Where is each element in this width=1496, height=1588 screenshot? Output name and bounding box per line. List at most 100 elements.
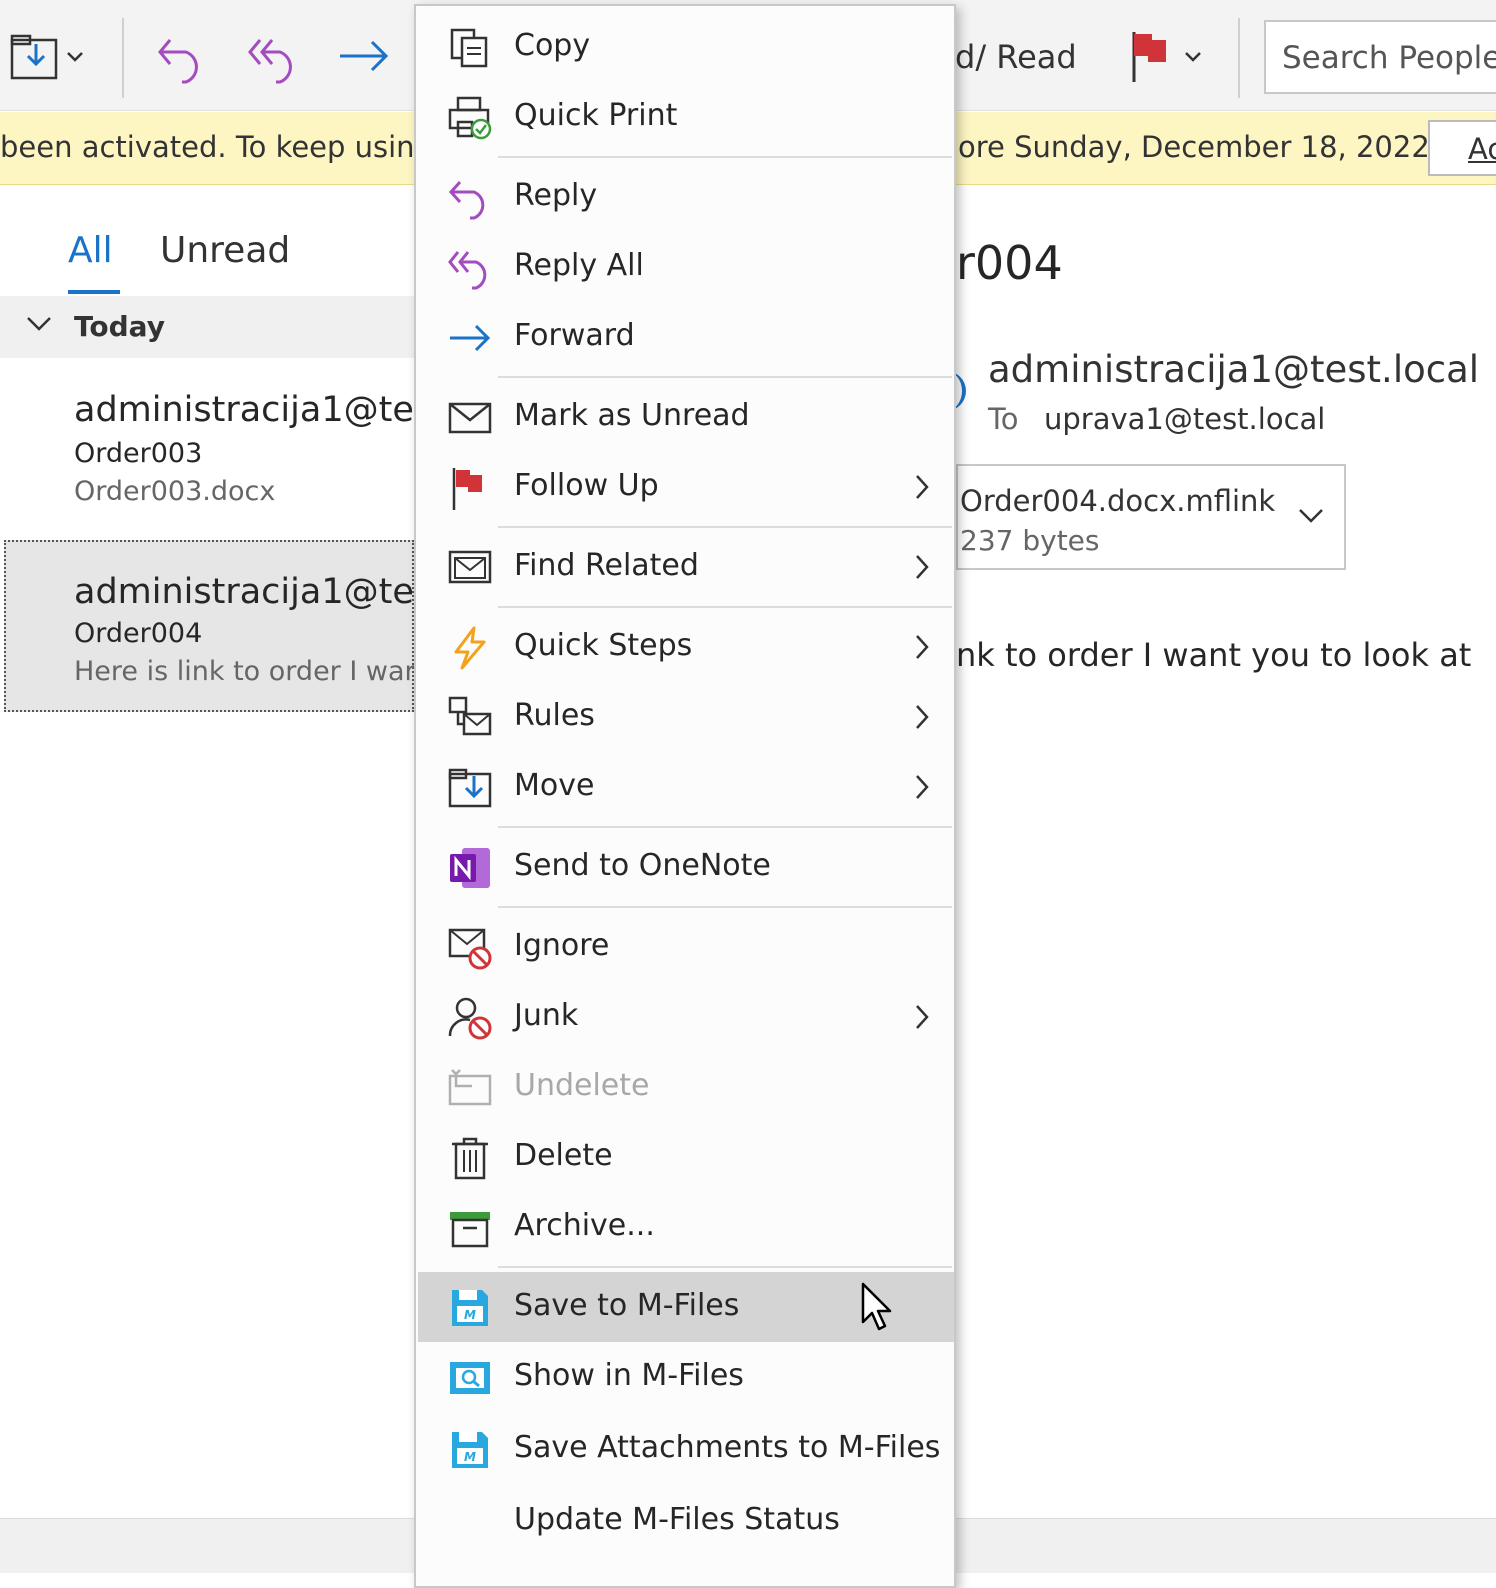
- activate-button[interactable]: Ac: [1428, 120, 1496, 176]
- menu-item-label: Mark as Unread: [514, 398, 750, 433]
- mail-sender: administracija1@test.local: [74, 572, 414, 612]
- menu-item-label: Find Related: [514, 548, 699, 583]
- message-list: All Unread Today administracija1@test.lo…: [0, 186, 415, 1516]
- message-recipient[interactable]: uprava1@test.local: [1044, 402, 1325, 436]
- onenote-icon: [450, 848, 490, 888]
- menu-item-reply[interactable]: Reply: [418, 162, 954, 232]
- menu-item-undelete: Undelete: [418, 1052, 954, 1122]
- menu-item-label: Send to OneNote: [514, 848, 771, 883]
- menu-separator: [498, 606, 952, 608]
- chevron-down-icon[interactable]: [26, 314, 52, 334]
- forward-icon: [450, 324, 491, 352]
- chevron-right-icon: [916, 555, 929, 579]
- menu-item-find-related[interactable]: Find Related: [418, 532, 954, 602]
- toolbar-divider: [1238, 18, 1240, 98]
- chevron-right-icon: [916, 1005, 929, 1029]
- lightning-icon: [454, 626, 486, 670]
- menu-item-update-m-files-status[interactable]: Update M-Files Status: [418, 1486, 954, 1556]
- move-to-folder-icon: [448, 768, 492, 808]
- menu-item-label: Ignore: [514, 928, 610, 963]
- tab-all-indicator: [68, 290, 120, 294]
- menu-item-ignore[interactable]: Ignore: [418, 912, 954, 982]
- menu-item-label: Undelete: [514, 1068, 650, 1103]
- attachment-name: Order004.docx.mflink: [960, 484, 1276, 518]
- menu-item-copy[interactable]: Copy: [418, 12, 954, 82]
- chevron-right-icon: [916, 475, 929, 499]
- menu-item-show-in-m-files[interactable]: Show in M-Files: [418, 1342, 954, 1412]
- menu-item-junk[interactable]: Junk: [418, 982, 954, 1052]
- mail-preview: Here is link to order I want you to look…: [74, 656, 414, 687]
- m-files-save-attachments-icon: M: [452, 1432, 488, 1468]
- menu-item-rules[interactable]: Rules: [418, 682, 954, 752]
- message-sender[interactable]: administracija1@test.local: [988, 348, 1479, 391]
- menu-item-label: Update M-Files Status: [514, 1502, 840, 1537]
- menu-item-label: Quick Steps: [514, 628, 693, 663]
- menu-item-label: Copy: [514, 28, 591, 63]
- search-people-input[interactable]: Search People: [1264, 20, 1496, 94]
- chevron-right-icon: [916, 705, 929, 729]
- menu-item-label: Forward: [514, 318, 635, 353]
- menu-separator: [498, 376, 952, 378]
- mail-sender: administracija1@test.local: [74, 390, 414, 430]
- chevron-down-icon[interactable]: [66, 50, 84, 64]
- list-item[interactable]: administracija1@test.local Order003 Orde…: [4, 362, 414, 534]
- mail-subject: Order003: [74, 438, 203, 469]
- menu-item-label: Delete: [514, 1138, 613, 1173]
- menu-separator: [498, 526, 952, 528]
- menu-item-label: Reply All: [514, 248, 644, 283]
- toolbar-divider: [122, 18, 124, 98]
- menu-item-label: Junk: [514, 998, 579, 1033]
- menu-item-label: Archive...: [514, 1208, 655, 1243]
- list-item-selected[interactable]: administracija1@test.local Order004 Here…: [4, 540, 414, 712]
- context-menu: Copy Quick Print Reply Reply All Forward: [414, 4, 956, 1588]
- menu-item-label: Save to M-Files: [514, 1288, 740, 1323]
- banner-text-right: ore Sunday, December 18, 2022.: [958, 130, 1439, 164]
- activate-button-label: Ac: [1468, 132, 1496, 166]
- group-header-today[interactable]: Today: [0, 296, 414, 358]
- menu-item-label: Quick Print: [514, 98, 678, 133]
- flag-icon[interactable]: [1130, 30, 1170, 84]
- tab-unread[interactable]: Unread: [160, 230, 290, 271]
- envelope-icon: [448, 402, 492, 434]
- copy-icon: [450, 28, 488, 68]
- move-to-folder-icon[interactable]: [10, 34, 60, 82]
- m-files-show-icon: [450, 1362, 490, 1394]
- menu-item-archive[interactable]: Archive...: [418, 1192, 954, 1262]
- chevron-down-icon[interactable]: [1298, 506, 1324, 526]
- menu-item-quick-print[interactable]: Quick Print: [418, 82, 954, 152]
- reply-all-icon: [448, 251, 487, 290]
- menu-item-label: Reply: [514, 178, 598, 213]
- mail-subject: Order004: [74, 618, 203, 649]
- menu-item-label: Move: [514, 768, 595, 803]
- attachment-card[interactable]: Order004.docx.mflink 237 bytes: [956, 464, 1346, 570]
- to-label: To: [988, 402, 1019, 436]
- menu-item-label: Follow Up: [514, 468, 659, 503]
- search-people-placeholder: Search People: [1282, 40, 1496, 76]
- menu-item-mark-as-unread[interactable]: Mark as Unread: [418, 382, 954, 452]
- reading-pane: r004 administracija1@test.local To uprav…: [956, 186, 1496, 1516]
- reply-all-icon[interactable]: [246, 32, 302, 84]
- menu-item-follow-up[interactable]: Follow Up: [418, 452, 954, 522]
- read-unread-button[interactable]: d/ Read: [955, 38, 1077, 76]
- tab-all[interactable]: All: [68, 230, 113, 271]
- menu-separator: [498, 1266, 952, 1268]
- menu-item-move[interactable]: Move: [418, 752, 954, 822]
- mouse-cursor-icon: [861, 1282, 892, 1331]
- menu-item-delete[interactable]: Delete: [418, 1122, 954, 1192]
- menu-item-forward[interactable]: Forward: [418, 302, 954, 372]
- menu-item-quick-steps[interactable]: Quick Steps: [418, 612, 954, 682]
- menu-item-save-attachments-to-m-files[interactable]: M Save Attachments to M-Files: [418, 1414, 954, 1484]
- quick-print-icon: [448, 96, 492, 140]
- reply-icon[interactable]: [156, 32, 208, 84]
- chevron-down-icon[interactable]: [1184, 50, 1202, 64]
- forward-icon[interactable]: [338, 36, 390, 76]
- menu-item-label: Save Attachments to M-Files: [514, 1430, 941, 1465]
- undelete-icon: [448, 1069, 492, 1106]
- menu-item-reply-all[interactable]: Reply All: [418, 232, 954, 302]
- rules-icon: [448, 696, 492, 736]
- ignore-icon: [448, 928, 492, 970]
- m-files-save-icon: M: [452, 1290, 488, 1326]
- menu-item-label: Show in M-Files: [514, 1358, 744, 1393]
- menu-item-send-to-onenote[interactable]: Send to OneNote: [418, 832, 954, 902]
- mail-preview: Order003.docx: [74, 476, 276, 507]
